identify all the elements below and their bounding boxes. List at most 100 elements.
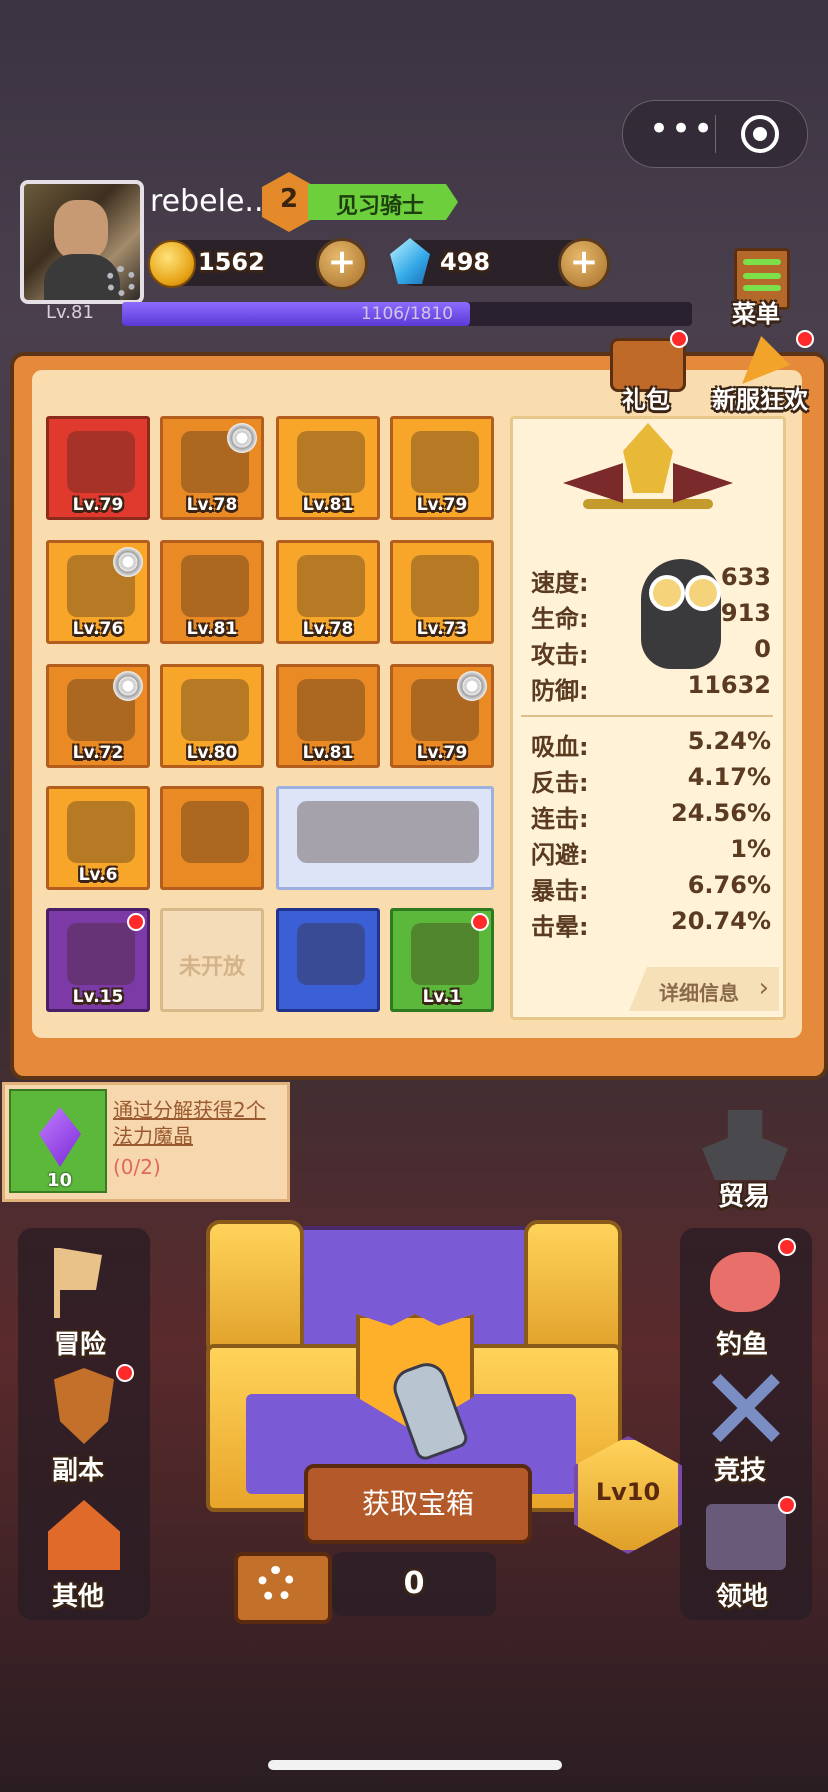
mini-program-capsule: ••• — [622, 100, 808, 168]
rank-title-ribbon: 见习骑士 — [308, 184, 458, 220]
equipment-slot[interactable]: Lv.80 — [160, 664, 264, 768]
detail-info-label: 详细信息 — [659, 981, 739, 1005]
shield-wings-icon — [54, 1368, 114, 1444]
home-indicator[interactable] — [268, 1760, 562, 1770]
equipment-slot[interactable]: Lv.73 — [390, 540, 494, 644]
equipment-slot[interactable]: Lv.78 — [160, 416, 264, 520]
equipment-slot[interactable]: Lv.81 — [160, 540, 264, 644]
equipment-slot[interactable]: Lv.6 — [46, 786, 150, 890]
combo-value: 24.56% — [671, 799, 771, 827]
player-name: rebele.. — [150, 184, 264, 219]
player-avatar[interactable] — [20, 180, 144, 304]
chest-level: Lv10 — [595, 1478, 661, 1506]
xp-bar: 1106/1810 — [122, 302, 692, 326]
gold-coin-icon — [148, 240, 196, 288]
house-icon — [48, 1500, 120, 1570]
trade-label: 贸易 — [718, 1182, 771, 1212]
dodge-value: 1% — [730, 835, 771, 863]
quest-card[interactable]: 10 通过分解获得2个法力魔晶 (0/2) — [2, 1082, 290, 1202]
detail-info-button[interactable]: 详细信息 › — [629, 967, 779, 1011]
potion-icon — [411, 923, 479, 985]
close-miniprogram-icon[interactable] — [741, 115, 779, 153]
equipment-slot[interactable]: Lv.72 — [46, 664, 150, 768]
territory-button[interactable]: 领地 — [680, 1490, 812, 1612]
equipment-slot[interactable]: Lv.1 — [390, 908, 494, 1012]
hp-label: 生命: — [531, 605, 589, 633]
defense-value: 11632 — [687, 671, 772, 699]
menu-button[interactable]: 菜单 — [728, 248, 790, 328]
amulet-icon — [297, 923, 365, 985]
wing-armor-icon — [67, 801, 135, 863]
equipment-slot[interactable]: Lv.15 — [46, 908, 150, 1012]
fishing-button[interactable]: 钓鱼 — [680, 1238, 812, 1360]
slot-level: Lv.81 — [186, 619, 238, 639]
event-notification-dot — [796, 330, 814, 348]
right-nav: 钓鱼 竞技 领地 — [680, 1228, 812, 1620]
slot-level: Lv.76 — [72, 619, 124, 639]
menu-label: 菜单 — [732, 300, 780, 328]
equipment-slot[interactable] — [160, 786, 264, 890]
slot-notification-dot — [127, 913, 145, 931]
golem-pet-icon — [67, 923, 135, 985]
gift-label: 礼包 — [622, 386, 670, 414]
other-button[interactable]: 其他 — [18, 1490, 150, 1612]
slot-level: Lv.15 — [72, 987, 124, 1007]
chest-settings-button[interactable] — [234, 1552, 332, 1624]
speed-value: 633 — [720, 563, 771, 591]
more-icon[interactable]: ••• — [649, 112, 713, 151]
stats-box: 速度: 633 生命: 913 攻击: 0 防御: 11632 吸血: 5.24% 反击:… — [510, 416, 786, 1020]
trade-button[interactable]: 贸易 — [680, 1100, 810, 1212]
equipment-slot[interactable]: Lv.78 — [276, 540, 380, 644]
knight-portrait-icon — [563, 423, 733, 543]
get-chest-button[interactable]: 获取宝箱 — [304, 1464, 532, 1544]
gem-amount: 498 — [440, 248, 491, 276]
slot-level: Lv.81 — [302, 743, 354, 763]
dungeon-button[interactable]: 副本 — [18, 1364, 150, 1486]
arena-button[interactable]: 竞技 — [680, 1364, 812, 1486]
slot-level: Lv.79 — [72, 495, 124, 515]
cape-icon — [297, 431, 365, 493]
equipment-slot[interactable]: Lv.81 — [276, 664, 380, 768]
dungeon-notification-dot — [116, 1364, 134, 1382]
slot-level: Lv.1 — [422, 987, 462, 1007]
new-server-event-button[interactable]: 新服狂欢 — [708, 330, 826, 416]
stun-label: 击晕: — [531, 913, 589, 941]
crossed-swords-icon — [710, 1372, 782, 1444]
gears-icon — [258, 1566, 294, 1602]
add-gold-button[interactable]: + — [316, 238, 368, 290]
slot-level: Lv.81 — [302, 495, 354, 515]
equipment-slot[interactable]: Lv.81 — [276, 416, 380, 520]
quest-progress: (0/2) — [113, 1155, 161, 1179]
gift-notification-dot — [670, 330, 688, 348]
rank-title: 见习骑士 — [336, 194, 425, 219]
equipment-slot[interactable]: Lv.76 — [46, 540, 150, 644]
territory-notification-dot — [778, 1496, 796, 1514]
add-gem-button[interactable]: + — [558, 238, 610, 290]
leg-armor-icon — [411, 555, 479, 617]
territory-label: 领地 — [716, 1582, 769, 1612]
equipment-slot[interactable]: Lv.79 — [390, 664, 494, 768]
equipment-slot[interactable] — [276, 908, 380, 1012]
equipment-slot[interactable]: Lv.79 — [390, 416, 494, 520]
upgrade-swirl-icon — [227, 423, 257, 453]
get-chest-label: 获取宝箱 — [361, 1487, 474, 1520]
upgrade-swirl-icon — [113, 671, 143, 701]
equipment-slot[interactable]: 未开放 — [160, 908, 264, 1012]
slot-level: Lv.79 — [416, 495, 468, 515]
adventure-button[interactable]: 冒险 — [18, 1238, 150, 1360]
slot-level: Lv.72 — [72, 743, 124, 763]
dodge-label: 闪避: — [531, 841, 589, 869]
lifesteal-value: 5.24% — [687, 727, 771, 755]
shoulder-armor-icon — [411, 431, 479, 493]
bat-wings-icon — [297, 801, 479, 863]
slot-level: Lv.78 — [302, 619, 354, 639]
quest-text: 通过分解获得2个法力魔晶 — [113, 1098, 266, 1148]
fishing-notification-dot — [778, 1238, 796, 1256]
settings-gear-icon[interactable] — [106, 266, 136, 296]
defense-label: 防御: — [531, 677, 589, 705]
equipment-slot[interactable]: Lv.79 — [46, 416, 150, 520]
stats-divider — [521, 715, 773, 717]
event-label: 新服狂欢 — [712, 386, 808, 414]
equipment-slot[interactable] — [276, 786, 494, 890]
gift-pack-button[interactable]: 礼包 — [600, 330, 692, 416]
